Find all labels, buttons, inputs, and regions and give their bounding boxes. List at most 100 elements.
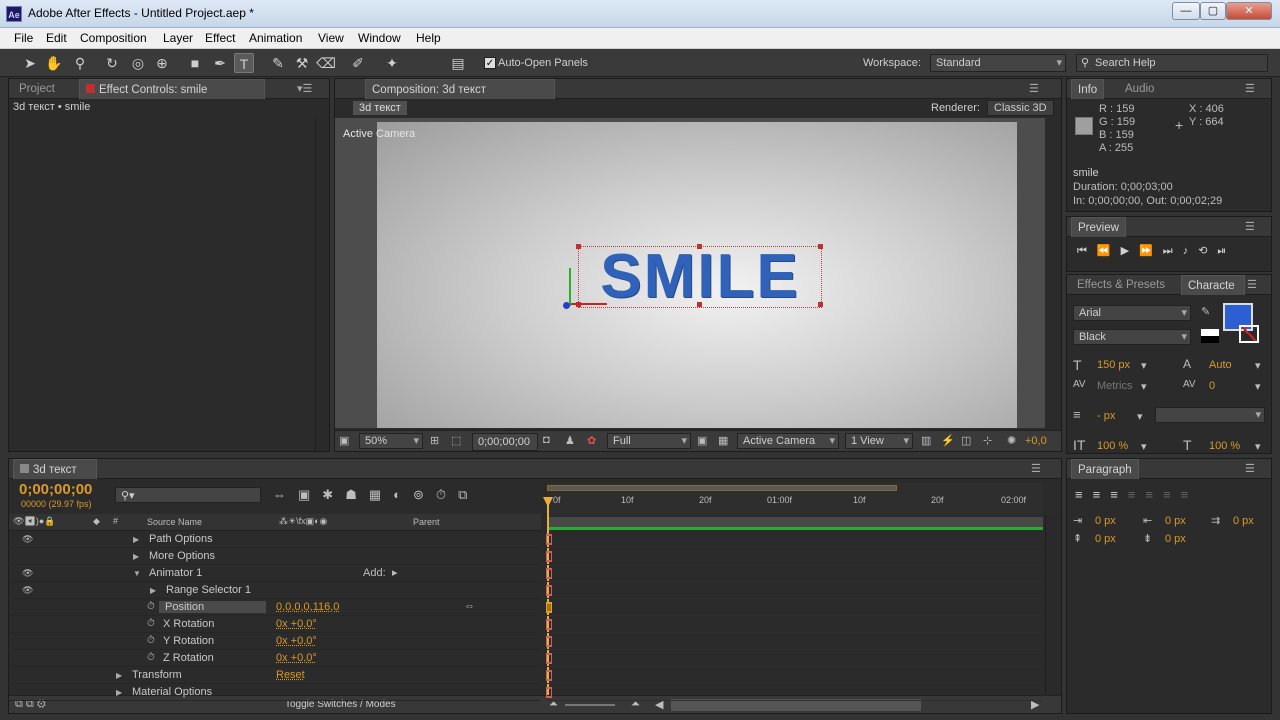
justify-left-icon[interactable]: ≡ (1128, 487, 1146, 502)
eyedropper-icon[interactable]: ✎ (1201, 305, 1210, 318)
keyframe-marker[interactable] (546, 602, 552, 613)
brainstorm-icon[interactable]: ⊚ (413, 487, 436, 502)
font-style-select[interactable]: Black (1073, 329, 1191, 345)
space-after-value[interactable]: 0 px (1165, 533, 1186, 545)
tab-effect-controls[interactable]: Effect Controls: smile (79, 79, 265, 99)
handle-tr[interactable] (818, 244, 823, 249)
ram-preview-icon[interactable]: ⏯ (1217, 245, 1236, 257)
expand-right-icon[interactable]: ▶ (133, 552, 139, 561)
preview-menu-icon[interactable]: ☰ (1245, 220, 1255, 233)
stroke-width-value[interactable]: - px (1097, 410, 1115, 422)
timeline-row[interactable]: 👁 ▶ Range Selector 1 (8, 582, 540, 599)
leading-dropdown-icon[interactable]: ▾ (1255, 359, 1261, 372)
paragraph-menu-icon[interactable]: ☰ (1245, 462, 1255, 475)
rectangle-tool-icon[interactable]: ■ (185, 53, 205, 73)
menu-view[interactable]: View (318, 31, 344, 45)
renderer-select[interactable]: Classic 3D (987, 100, 1054, 116)
timeline-row[interactable]: ▶ Material Options (8, 684, 540, 701)
last-frame-icon[interactable]: ⏭ (1163, 245, 1183, 257)
stopwatch-icon[interactable]: ⏱ (147, 618, 155, 629)
live-update-icon[interactable]: ▣ (298, 487, 322, 502)
indent-right-value[interactable]: 0 px (1165, 515, 1186, 527)
timeline-track[interactable] (546, 616, 1043, 633)
panel-menu-icon[interactable]: ▾☰ (297, 82, 312, 95)
kerning-dropdown-icon[interactable]: ▾ (1141, 380, 1147, 393)
menu-layer[interactable]: Layer (163, 31, 193, 45)
tab-preview[interactable]: Preview (1071, 217, 1126, 237)
zoom-tool-icon[interactable]: ⚲ (70, 53, 90, 73)
camera-select[interactable]: Active Camera (737, 433, 839, 449)
minimize-button[interactable]: — (1172, 2, 1200, 20)
tab-info[interactable]: Info (1071, 79, 1105, 99)
camera-tool-icon[interactable]: ◎ (128, 53, 148, 73)
size-dropdown-icon[interactable]: ▾ (1141, 359, 1147, 372)
timeline-track[interactable] (546, 684, 1043, 701)
menu-edit[interactable]: Edit (46, 31, 67, 45)
hand-tool-icon[interactable]: ✋ (44, 53, 64, 73)
auto-keyframe-icon[interactable]: ⏱ (436, 487, 458, 502)
puppet-tool-icon[interactable]: ✦ (382, 53, 402, 73)
x-axis-gizmo[interactable] (571, 303, 607, 305)
pan-behind-tool-icon[interactable]: ⊕ (152, 53, 172, 73)
justify-center-icon[interactable]: ≡ (1145, 487, 1163, 502)
resolution-select[interactable]: Full (607, 433, 691, 449)
row-value[interactable]: Reset (276, 669, 305, 681)
first-frame-icon[interactable]: ⏮ (1077, 245, 1097, 257)
audio-icon[interactable]: ♪ (1183, 245, 1199, 257)
flowchart-icon[interactable]: ⊹ (983, 434, 992, 447)
timeline-row[interactable]: 👁 ▼ Animator 1 Add: ▸ (8, 565, 540, 582)
vscale-dropdown-icon[interactable]: ▾ (1141, 440, 1147, 453)
expand-right-icon[interactable]: ▶ (116, 688, 122, 697)
brush-tool-icon[interactable]: ✎ (268, 53, 288, 73)
black-white-icon[interactable] (1201, 329, 1219, 343)
exposure-icon[interactable]: ✺ (1007, 434, 1016, 447)
timeline-track[interactable] (546, 548, 1043, 565)
parent-header[interactable]: Parent (413, 517, 440, 527)
align-center-icon[interactable]: ≡ (1093, 487, 1111, 502)
row-value[interactable]: 0x +0,0° (276, 635, 317, 647)
comp-chip[interactable]: 3d текст (353, 101, 407, 115)
work-area-bar[interactable] (547, 485, 897, 491)
timeline-track[interactable] (546, 667, 1043, 684)
timeline-track[interactable] (546, 582, 1043, 599)
tracking-value[interactable]: 0 (1209, 380, 1215, 392)
workspace-select[interactable]: Standard (930, 54, 1066, 72)
draft3d-icon[interactable]: ✱ (322, 487, 345, 502)
search-help-input[interactable]: ⚲ Search Help (1076, 54, 1268, 72)
tab-effects-presets[interactable]: Effects & Presets (1071, 275, 1171, 295)
timeline-timecode[interactable]: 0;00;00;00 (19, 481, 92, 498)
expand-right-icon[interactable]: ▶ (116, 671, 122, 680)
timeline-row[interactable]: ⏱ Position 0,0,0,0,116,0 ⇔ (8, 599, 540, 616)
menu-animation[interactable]: Animation (249, 31, 302, 45)
vertical-scale-value[interactable]: 100 % (1097, 440, 1128, 452)
menu-help[interactable]: Help (416, 31, 441, 45)
eraser-tool-icon[interactable]: ⌫ (316, 53, 336, 73)
graph-editor-icon[interactable]: ⧉ (458, 487, 479, 502)
leading-value[interactable]: Auto (1209, 359, 1232, 371)
loop-icon[interactable]: ⟲ (1198, 245, 1217, 257)
panel-toggle-icon[interactable]: ▤ (448, 53, 468, 73)
comp-panel-menu-icon[interactable]: ☰ (1029, 82, 1039, 95)
handle-tm[interactable] (697, 244, 702, 249)
keyframe-marker[interactable] (546, 551, 552, 562)
visibility-eye-icon[interactable]: 👁 (22, 585, 33, 596)
tab-paragraph[interactable]: Paragraph (1071, 459, 1139, 479)
indent-left-value[interactable]: 0 px (1095, 515, 1116, 527)
timeline-search[interactable]: ⚲▾ (115, 487, 261, 503)
snapshot-icon[interactable]: ◘ (543, 434, 550, 446)
timeline-icon[interactable]: ◫ (961, 434, 971, 447)
frame-blend-icon[interactable]: ▦ (369, 487, 393, 502)
viewer-timecode[interactable]: 0;00;00;00 (472, 433, 538, 451)
space-before-value[interactable]: 0 px (1095, 533, 1116, 545)
tracking-dropdown-icon[interactable]: ▾ (1255, 380, 1261, 393)
keyframe-marker[interactable] (546, 636, 552, 647)
next-frame-icon[interactable]: ⏩ (1139, 245, 1163, 257)
timeline-track[interactable] (546, 633, 1043, 650)
effect-controls-scrollbar[interactable] (315, 119, 329, 451)
kerning-value[interactable]: Metrics (1097, 380, 1132, 392)
menu-composition[interactable]: Composition (80, 31, 147, 45)
visibility-eye-icon[interactable]: 👁 (22, 568, 33, 579)
add-menu-icon[interactable]: ▸ (392, 566, 398, 579)
handle-tl[interactable] (576, 244, 581, 249)
transparency-grid-icon[interactable]: ▦ (718, 434, 728, 447)
